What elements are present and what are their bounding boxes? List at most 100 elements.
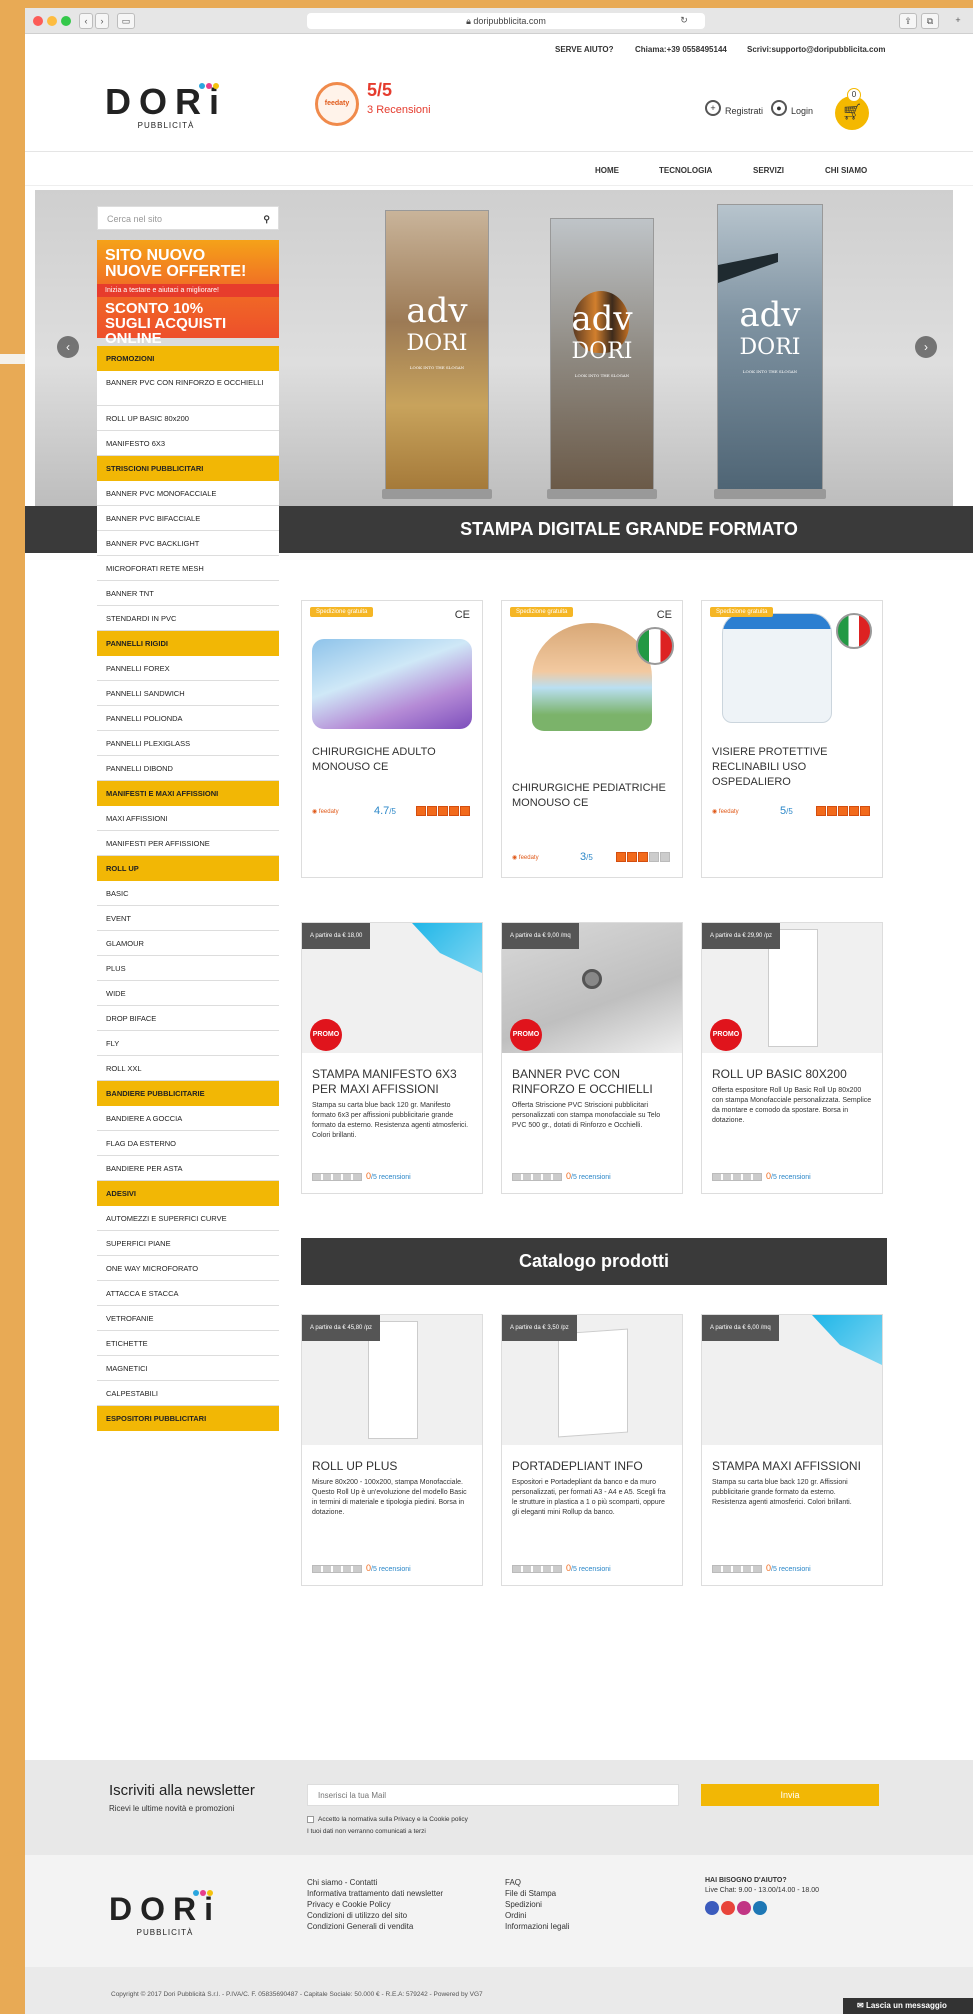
footer-link[interactable]: Spedizioni bbox=[505, 1899, 569, 1910]
consent-checkbox[interactable] bbox=[307, 1816, 314, 1823]
product-title[interactable]: CHIRURGICHE ADULTO MONOUSO CE bbox=[302, 745, 482, 775]
sidebar-item[interactable]: WIDE bbox=[97, 981, 279, 1006]
register-link[interactable]: Registrati bbox=[725, 106, 763, 116]
nav-tecnologia[interactable]: TECNOLOGIA bbox=[659, 166, 712, 175]
sidebar-item[interactable]: BANNER PVC BACKLIGHT bbox=[97, 531, 279, 556]
sidebar-item[interactable]: BASIC bbox=[97, 881, 279, 906]
footer-link[interactable]: Informazioni legali bbox=[505, 1921, 569, 1932]
linkedin-icon[interactable] bbox=[753, 1901, 767, 1915]
product-card[interactable]: Spedizione gratuita VISIERE PROTETTIVE RE… bbox=[701, 600, 883, 878]
sidebar-item[interactable]: FLAG DA ESTERNO bbox=[97, 1131, 279, 1156]
sidebar-item[interactable]: PANNELLI PLEXIGLASS bbox=[97, 731, 279, 756]
footer-link[interactable]: Ordini bbox=[505, 1910, 569, 1921]
sidebar-category-header[interactable]: ESPOSITORI PUBBLICITARI bbox=[97, 1406, 279, 1431]
sidebar-category-header[interactable]: ADESIVI bbox=[97, 1181, 279, 1206]
sidebar-item[interactable]: ROLL XXL bbox=[97, 1056, 279, 1081]
product-card[interactable]: A partire da € 29,90 /pz PROMO ROLL UP BAS… bbox=[701, 922, 883, 1194]
sidebar-item[interactable]: BANNER PVC MONOFACCIALE bbox=[97, 481, 279, 506]
footer-link[interactable]: File di Stampa bbox=[505, 1888, 569, 1899]
review-count[interactable]: 3 Recensioni bbox=[367, 104, 431, 116]
newsletter-email-input[interactable] bbox=[307, 1784, 679, 1806]
search-input[interactable]: Cerca nel sito ⚲ bbox=[97, 206, 279, 230]
product-title[interactable]: PORTADEPLIANT INFO bbox=[502, 1459, 682, 1474]
product-card[interactable]: A partire da € 6,00 /mq STAMPA MAXI AFFIS… bbox=[701, 1314, 883, 1586]
sidebar-item[interactable]: PANNELLI POLIONDA bbox=[97, 706, 279, 731]
footer-link[interactable]: Chi siamo - Contatti bbox=[307, 1877, 443, 1888]
sidebar-item[interactable]: BANDIERE A GOCCIA bbox=[97, 1106, 279, 1131]
sidebar-item[interactable]: VETROFANIE bbox=[97, 1306, 279, 1331]
product-reviews[interactable]: 0/5 recensioni bbox=[512, 1563, 611, 1573]
search-icon[interactable]: ⚲ bbox=[263, 207, 270, 231]
share-icon[interactable]: ⇪ bbox=[899, 13, 917, 29]
sidebar-category-header[interactable]: PROMOZIONI bbox=[97, 346, 279, 371]
reload-icon[interactable]: ↻ bbox=[677, 13, 691, 29]
sidebar-item[interactable]: MICROFORATI RETE MESH bbox=[97, 556, 279, 581]
instagram-icon[interactable] bbox=[737, 1901, 751, 1915]
sidebar-item[interactable]: MAXI AFFISSIONI bbox=[97, 806, 279, 831]
new-tab-icon[interactable]: + bbox=[951, 13, 965, 29]
minimize-dot-icon[interactable] bbox=[47, 16, 57, 26]
promo-banner[interactable]: SITO NUOVO NUOVE OFFERTE! Inizia a testa… bbox=[97, 240, 279, 346]
footer-link[interactable]: Informativa trattamento dati newsletter bbox=[307, 1888, 443, 1899]
product-reviews[interactable]: 0/5 recensioni bbox=[712, 1563, 811, 1573]
email-link[interactable]: Scrivi:supporto@doripubblicita.com bbox=[747, 45, 885, 54]
sidebar-item[interactable]: BANNER PVC CON RINFORZO E OCCHIELLI bbox=[97, 371, 279, 406]
footer-link[interactable]: Privacy e Cookie Policy bbox=[307, 1899, 443, 1910]
sidebar-item[interactable]: BANDIERE PER ASTA bbox=[97, 1156, 279, 1181]
sidebar-item[interactable]: PANNELLI DIBOND bbox=[97, 756, 279, 781]
sidebar-item[interactable]: GLAMOUR bbox=[97, 931, 279, 956]
product-image[interactable]: Spedizione gratuita bbox=[702, 601, 882, 731]
sidebar-item[interactable]: PLUS bbox=[97, 956, 279, 981]
product-image[interactable]: A partire da € 18,00 PROMO bbox=[302, 923, 482, 1053]
facebook-icon[interactable] bbox=[705, 1901, 719, 1915]
product-title[interactable]: STAMPA MAXI AFFISSIONI bbox=[702, 1459, 882, 1474]
footer-link[interactable]: FAQ bbox=[505, 1877, 569, 1888]
nav-home[interactable]: HOME bbox=[595, 166, 619, 175]
google-plus-icon[interactable] bbox=[721, 1901, 735, 1915]
nav-servizi[interactable]: SERVIZI bbox=[753, 166, 784, 175]
sidebar-item[interactable]: SUPERFICI PIANE bbox=[97, 1231, 279, 1256]
tabs-icon[interactable]: ⧉ bbox=[921, 13, 939, 29]
back-icon[interactable]: ‹ bbox=[79, 13, 93, 29]
next-arrow-icon[interactable]: › bbox=[915, 336, 937, 358]
sidebar-item[interactable]: ONE WAY MICROFORATO bbox=[97, 1256, 279, 1281]
footer-link[interactable]: Condizioni di utilizzo del sito bbox=[307, 1910, 443, 1921]
sidebar-icon[interactable]: ▭ bbox=[117, 13, 135, 29]
product-image[interactable]: Spedizione gratuita CE bbox=[502, 601, 682, 731]
sidebar-item[interactable]: STENDARDI IN PVC bbox=[97, 606, 279, 631]
product-image[interactable]: A partire da € 3,50 /pz bbox=[502, 1315, 682, 1445]
sidebar-item[interactable]: AUTOMEZZI E SUPERFICI CURVE bbox=[97, 1206, 279, 1231]
phone-link[interactable]: Chiama:+39 0558495144 bbox=[635, 45, 727, 54]
sidebar-item[interactable]: FLY bbox=[97, 1031, 279, 1056]
sidebar-item[interactable]: MANIFESTI PER AFFISSIONE bbox=[97, 831, 279, 856]
address-bar[interactable]: 🔒︎ doripubblicita.com bbox=[307, 13, 705, 29]
product-image[interactable]: A partire da € 29,90 /pz PROMO bbox=[702, 923, 882, 1053]
product-title[interactable]: CHIRURGICHE PEDIATRICHE MONOUSO CE bbox=[502, 781, 682, 811]
product-image[interactable]: A partire da € 9,00 /mq PROMO bbox=[502, 923, 682, 1053]
sidebar-item[interactable]: MANIFESTO 6X3 bbox=[97, 431, 279, 456]
sidebar-category-header[interactable]: PANNELLI RIGIDI bbox=[97, 631, 279, 656]
maximize-dot-icon[interactable] bbox=[61, 16, 71, 26]
user-plus-icon[interactable]: + bbox=[705, 100, 721, 116]
feedaty-badge[interactable]: feedaty bbox=[315, 82, 359, 126]
forward-icon[interactable]: › bbox=[95, 13, 109, 29]
product-image[interactable]: Spedizione gratuita CE bbox=[302, 601, 482, 731]
nav-chi-siamo[interactable]: CHI SIAMO bbox=[825, 166, 867, 175]
product-image[interactable]: A partire da € 45,80 /pz bbox=[302, 1315, 482, 1445]
live-chat-button[interactable]: ✉ Lascia un messaggio bbox=[843, 1998, 973, 2014]
sidebar-item[interactable]: EVENT bbox=[97, 906, 279, 931]
product-reviews[interactable]: 0/5 recensioni bbox=[312, 1171, 411, 1181]
close-dot-icon[interactable] bbox=[33, 16, 43, 26]
product-title[interactable]: ROLL UP BASIC 80X200 bbox=[702, 1067, 882, 1082]
sidebar-item[interactable]: PANNELLI SANDWICH bbox=[97, 681, 279, 706]
site-logo[interactable]: DORi PUBBLICITÀ bbox=[105, 83, 227, 130]
product-title[interactable]: BANNER PVC CON RINFORZO E OCCHIELLI bbox=[502, 1067, 682, 1097]
sidebar-item[interactable]: DROP BIFACE bbox=[97, 1006, 279, 1031]
user-icon[interactable]: ● bbox=[771, 100, 787, 116]
product-title[interactable]: VISIERE PROTETTIVE RECLINABILI USO OSPED… bbox=[702, 745, 882, 790]
prev-arrow-icon[interactable]: ‹ bbox=[57, 336, 79, 358]
product-card[interactable]: Spedizione gratuita CE CHIRURGICHE ADULTO … bbox=[301, 600, 483, 878]
newsletter-submit-button[interactable]: Invia bbox=[701, 1784, 879, 1806]
sidebar-category-header[interactable]: BANDIERE PUBBLICITARIE bbox=[97, 1081, 279, 1106]
login-link[interactable]: Login bbox=[791, 106, 813, 116]
